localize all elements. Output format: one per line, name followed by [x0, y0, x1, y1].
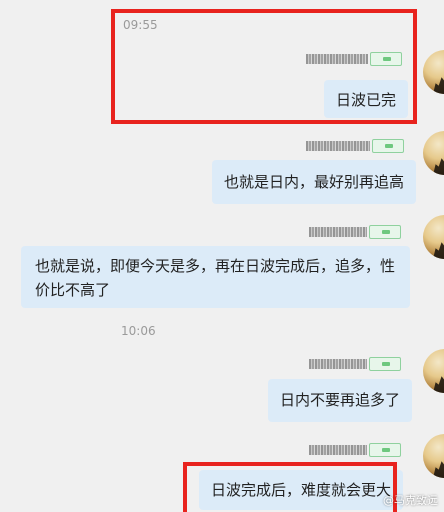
sender-name [309, 357, 401, 371]
sender-name [309, 443, 401, 457]
message-bubble[interactable]: 日内不要再追多了 [268, 379, 413, 422]
avatar[interactable] [423, 349, 444, 393]
message-bubble[interactable]: 也就是说，即便今天是多，再在日波完成后，追多，性价比不高了 [21, 246, 410, 308]
message-bubble[interactable]: 也就是日内，最好别再追高 [212, 160, 417, 204]
avatar[interactable] [423, 215, 444, 259]
highlight-box [183, 462, 397, 512]
sender-name [309, 225, 401, 239]
member-badge [369, 225, 401, 239]
avatar[interactable] [423, 50, 444, 94]
sender-name [306, 139, 404, 153]
member-badge [372, 139, 404, 153]
highlight-box [111, 9, 417, 124]
chat-window[interactable]: 09:55 日波已完 也就是日内，最好别再追高 也就是说，即便今天是多，再在日波… [0, 0, 444, 512]
avatar[interactable] [423, 434, 444, 478]
watermark: @马克致远 [383, 494, 438, 507]
timestamp: 10:06 [121, 324, 156, 338]
avatar[interactable] [423, 131, 444, 175]
member-badge [369, 357, 401, 371]
member-badge [369, 443, 401, 457]
